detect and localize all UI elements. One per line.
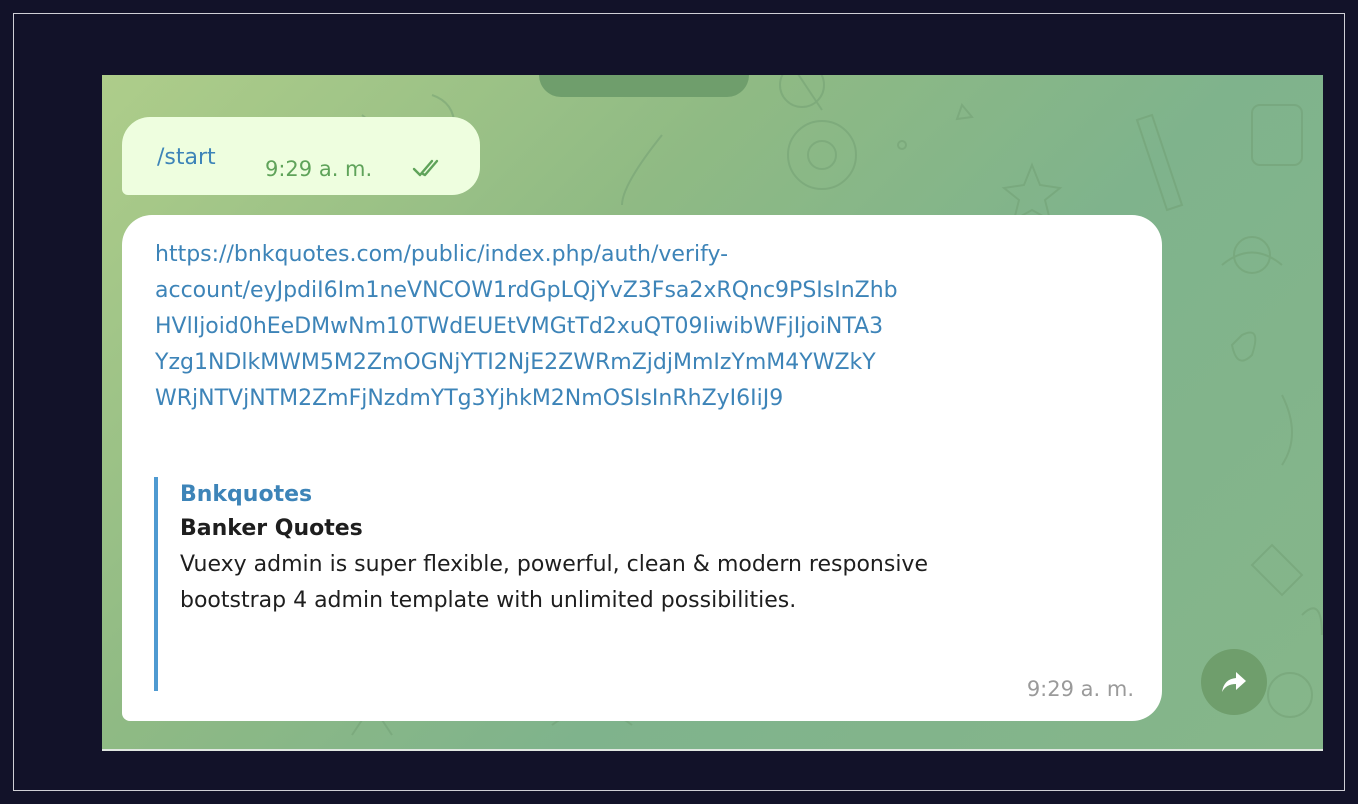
- chat-area: /start 9:29 a. m. https://bnkquotes.com/…: [102, 75, 1323, 751]
- forward-button[interactable]: [1201, 649, 1267, 715]
- incoming-message-bubble[interactable]: https://bnkquotes.com/public/index.php/a…: [122, 215, 1162, 721]
- preview-description: Vuexy admin is super flexible, powerful,…: [180, 552, 928, 613]
- message-time: 9:29 a. m.: [1026, 677, 1134, 701]
- link-line[interactable]: HVlIjoid0hEeDMwNm10TWdEUEtVMGtTd2xuQT09I…: [155, 309, 1155, 345]
- verify-account-link[interactable]: https://bnkquotes.com/public/index.php/a…: [155, 237, 1155, 417]
- bot-command-link[interactable]: /start: [157, 145, 216, 170]
- chat-bottom-border: [102, 749, 1323, 751]
- link-line[interactable]: Yzg1NDlkMWM5M2ZmOGNjYTI2NjE2ZWRmZjdjMmIz…: [155, 345, 1155, 381]
- service-message-pill: [539, 75, 749, 97]
- link-preview[interactable]: Bnkquotes Banker Quotes Vuexy admin is s…: [154, 477, 1054, 691]
- link-line[interactable]: WRjNTVjNTM2ZmFjNzdmYTg3YjhkM2NmOSIsInRhZ…: [155, 381, 1155, 417]
- link-line[interactable]: https://bnkquotes.com/public/index.php/a…: [155, 237, 1155, 273]
- message-time: 9:29 a. m.: [265, 157, 373, 181]
- preview-site-name: Bnkquotes: [180, 482, 313, 507]
- double-check-icon: [412, 159, 439, 177]
- link-line[interactable]: account/eyJpdiI6Im1neVNCOW1rdGpLQjYvZ3Fs…: [155, 273, 1155, 309]
- preview-title: Banker Quotes: [180, 516, 363, 541]
- share-arrow-icon: [1222, 672, 1246, 692]
- outgoing-message-bubble[interactable]: /start 9:29 a. m.: [122, 117, 480, 195]
